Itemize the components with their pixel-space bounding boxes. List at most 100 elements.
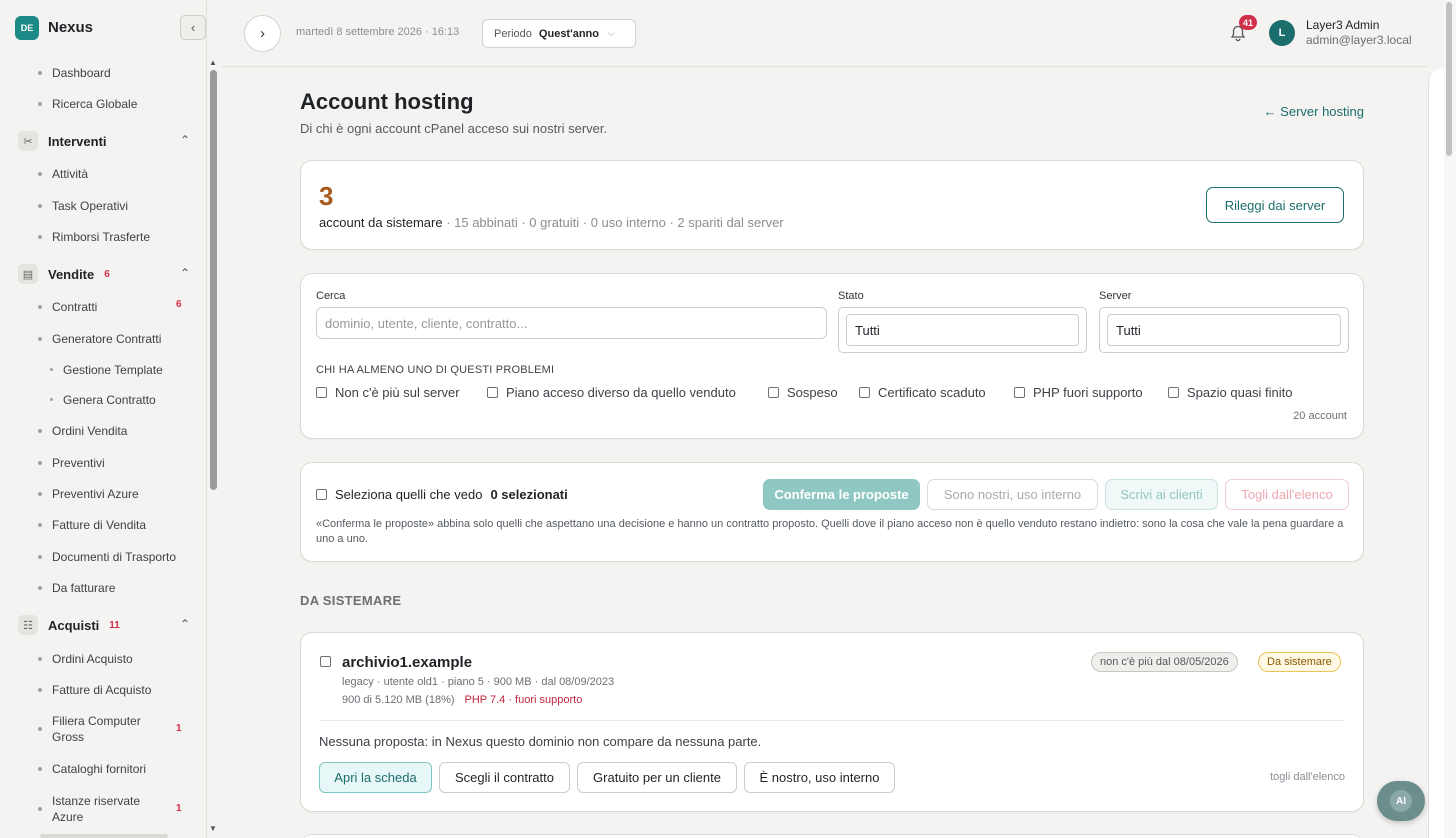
collapse-sidebar-button[interactable]: ‹ [180,15,206,40]
sidebar-group-interventi[interactable]: ✂ Interventi ⌃ [18,130,190,152]
checkbox[interactable] [316,489,327,500]
checkbox[interactable] [1014,387,1025,398]
period-label: Periodo [494,27,532,40]
sidebar-item-cataloghi-fornitori[interactable]: Cataloghi fornitori [38,761,206,777]
sidebar-group-label: Acquisti [48,617,100,633]
sidebar-item-label: Contratti [52,300,98,314]
problem-label: Non c'è più sul server [335,385,460,400]
sidebar-item-label: Istanze riservate Azure [52,794,141,824]
scroll-up-icon[interactable]: ▲ [209,58,217,67]
sidebar-scrollbar[interactable]: ▲ ▼ [208,56,221,838]
sidebar-item-rimborsi-trasferte[interactable]: Rimborsi Trasferte [38,229,206,245]
sidebar: DE Nexus ‹ Dashboard Ricerca Globale ✂ I… [0,0,207,838]
checkbox[interactable] [1168,387,1179,398]
problem-label: PHP fuori supporto [1033,385,1143,400]
ai-assistant-button[interactable]: AI [1377,781,1425,821]
account-domain[interactable]: archivio1.example [342,654,472,671]
page-subtitle: Di chi è ogni account cPanel acceso sui … [300,121,608,136]
remove-from-list-button[interactable]: Togli dall'elenco [1225,479,1349,510]
account-checkbox[interactable] [320,656,331,667]
bulk-note: «Conferma le proposte» abbina solo quell… [316,518,1344,545]
sidebar-nav: Dashboard Ricerca Globale ✂ Interventi ⌃… [0,56,206,838]
summary-text: account da sistemare · 15 abbinati · 0 g… [319,215,784,230]
problem-filter-disk-almost-full[interactable]: Spazio quasi finito [1168,385,1293,400]
problem-label: Sospeso [787,385,838,400]
sidebar-item-dashboard[interactable]: Dashboard [38,65,206,81]
scroll-down-icon[interactable]: ▼ [209,824,217,833]
sidebar-scrollbar-thumb[interactable] [210,70,217,490]
brand-name[interactable]: Nexus [48,19,93,36]
sidebar-item-ricerca-globale[interactable]: Ricerca Globale [38,96,206,112]
sidebar-item-label: Gestione Template [63,363,163,377]
main-scrollbar-thumb[interactable] [1446,2,1452,156]
account-meta: legacy · utente old1 · piano 5 · 900 MB … [342,676,615,688]
reread-servers-button[interactable]: Rileggi dai server [1206,187,1344,223]
account-count: 20 account [1293,410,1347,422]
problem-filter-missing[interactable]: Non c'è più sul server [316,385,460,400]
sidebar-item-fatture-vendita[interactable]: Fatture di Vendita [38,517,206,533]
sidebar-item-ordini-acquisto[interactable]: Ordini Acquisto [38,651,206,667]
internal-use-button[interactable]: È nostro, uso interno [744,762,895,793]
account-note: Nessuna proposta: in Nexus questo domini… [319,734,762,749]
checkbox[interactable] [316,387,327,398]
problem-filter-plan-mismatch[interactable]: Piano acceso diverso da quello venduto [487,385,736,400]
missing-since-badge: non c'è più dal 08/05/2026 [1091,652,1238,672]
sidebar-group-acquisti[interactable]: ☷ Acquisti 11 ⌃ [18,614,190,636]
summary-number: 3 [319,181,334,211]
ai-label: AI [1390,790,1412,812]
state-select[interactable]: Tutti [846,314,1079,346]
checkbox[interactable] [768,387,779,398]
open-record-button[interactable]: Apri la scheda [319,762,432,793]
sidebar-group-label: Interventi [48,133,107,149]
sidebar-item-preventivi-azure[interactable]: Preventivi Azure [38,486,206,502]
sidebar-item-generatore-contratti[interactable]: Generatore Contratti [38,331,206,347]
sidebar-item-task-operativi[interactable]: Task Operativi [38,198,206,214]
sidebar-item-label: Fatture di Acquisto [52,683,152,697]
sidebar-item-filiera-computer-gross[interactable]: Filiera Computer Gross 1 [38,713,206,745]
sidebar-item-da-fatturare[interactable]: Da fatturare [38,580,206,596]
mark-internal-button[interactable]: Sono nostri, uso interno [927,479,1098,510]
sidebar-item-preventivi[interactable]: Preventivi [38,455,206,471]
account-card: archivio1.example legacy · utente old1 ·… [300,632,1364,812]
server-select[interactable]: Tutti [1107,314,1341,346]
selected-count: 0 selezionati [490,487,568,502]
sidebar-item-label: Task Operativi [52,199,129,213]
sidebar-group-count: 11 [109,619,120,631]
server-label: Server [1099,290,1132,302]
problem-filter-suspended[interactable]: Sospeso [768,385,838,400]
sidebar-item-ordini-vendita[interactable]: Ordini Vendita [38,423,206,439]
sidebar-item-label: Ricerca Globale [52,97,138,111]
back-to-servers-link[interactable]: ← Server hosting [1264,104,1364,119]
side-panel-edge[interactable] [1428,68,1444,838]
user-name[interactable]: Layer3 Admin [1306,18,1379,32]
sidebar-item-genera-contratto[interactable]: Genera Contratto [50,392,206,408]
sidebar-item-count: 6 [176,299,182,310]
problem-filter-php-unsupported[interactable]: PHP fuori supporto [1014,385,1143,400]
avatar[interactable]: L [1269,20,1295,46]
sidebar-item-istanze-riservate-azure[interactable]: Istanze riservate Azure 1 [38,793,206,825]
main-scrollbar[interactable] [1444,0,1456,838]
sidebar-item-documenti-trasporto[interactable]: Documenti di Trasporto [38,549,206,565]
select-visible[interactable]: Seleziona quelli che vedo 0 selezionati [316,487,568,502]
sidebar-item-contratti[interactable]: Contratti 6 [38,299,206,315]
user-email: admin@layer3.local [1306,33,1412,47]
sidebar-item-fatture-acquisto[interactable]: Fatture di Acquisto [38,682,206,698]
sidebar-group-vendite[interactable]: ▤ Vendite 6 ⌃ [18,263,190,285]
confirm-proposals-button[interactable]: Conferma le proposte [763,479,920,510]
checkbox[interactable] [859,387,870,398]
problem-filter-cert-expired[interactable]: Certificato scaduto [859,385,986,400]
checkbox[interactable] [487,387,498,398]
expand-button[interactable]: › [244,15,281,52]
sidebar-item-label: Genera Contratto [63,393,156,407]
sidebar-item-attivita[interactable]: Attività [38,166,206,182]
php-warning: PHP 7.4 · fuori supporto [464,694,583,706]
remove-account-link[interactable]: togli dall'elenco [1270,771,1345,783]
sidebar-item-gestione-template[interactable]: Gestione Template [50,362,206,378]
choose-contract-button[interactable]: Scegli il contratto [439,762,570,793]
period-select[interactable]: Periodo Quest'anno ⌵ [482,19,636,48]
search-input[interactable]: dominio, utente, cliente, contratto... [316,307,827,339]
free-for-client-button[interactable]: Gratuito per un cliente [577,762,737,793]
problem-label: Certificato scaduto [878,385,986,400]
write-clients-button[interactable]: Scrivi ai clienti [1105,479,1218,510]
search-label: Cerca [316,290,346,302]
